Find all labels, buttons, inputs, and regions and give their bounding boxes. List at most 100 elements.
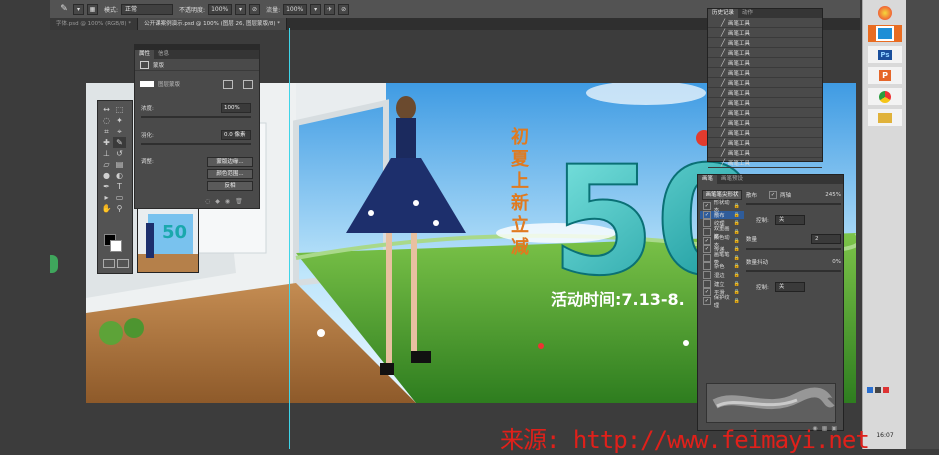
healing-icon[interactable]: ✚ [100, 137, 113, 148]
brush-option-item[interactable]: 湿边 🔒 [700, 271, 744, 280]
history-item[interactable]: ╱ 画笔工具 [708, 118, 822, 128]
brush-option-item[interactable]: ✓ 保护纹理 🔒 [700, 295, 744, 309]
lock-icon[interactable]: 🔒 [734, 246, 740, 252]
dodge-icon[interactable]: ◐ [113, 170, 126, 181]
history-item[interactable]: ╱ 画笔工具 [708, 158, 822, 168]
gradient-icon[interactable]: ▤ [113, 159, 126, 170]
history-item[interactable]: ╱ 画笔工具 [708, 18, 822, 28]
history-brush-icon[interactable]: ↺ [113, 148, 126, 159]
shape-icon[interactable]: ▭ [113, 192, 126, 203]
pressure-size-icon[interactable]: ⊘ [338, 3, 350, 15]
history-source-box[interactable] [708, 89, 718, 97]
scatter-slider[interactable] [746, 203, 841, 205]
apply-mask-icon[interactable]: ◆ [215, 198, 220, 205]
history-item[interactable]: ╱ 画笔工具 [708, 38, 822, 48]
tab-properties[interactable]: 属性 [135, 50, 155, 59]
brush-option-checkbox[interactable] [703, 219, 711, 228]
history-source-box[interactable] [708, 29, 718, 37]
history-source-box[interactable] [708, 129, 718, 137]
lock-icon[interactable]: 🔒 [734, 212, 740, 218]
brush-option-checkbox[interactable]: ✓ [703, 245, 711, 254]
vector-mask-icon[interactable] [243, 79, 253, 89]
history-source-box[interactable] [708, 139, 718, 147]
taskbar-folder[interactable] [868, 109, 902, 126]
color-range-button[interactable]: 颜色范围... [207, 169, 253, 179]
screen-mode-icon[interactable] [117, 259, 129, 268]
control2-select[interactable]: 关 [774, 282, 805, 292]
history-item[interactable]: ╱ 画笔工具 [708, 148, 822, 158]
eyedropper-icon[interactable]: ⌖ [113, 126, 126, 137]
blur-icon[interactable]: ● [100, 170, 113, 181]
lock-icon[interactable]: 🔒 [734, 255, 740, 261]
flow-input[interactable]: 100% [283, 3, 308, 15]
disable-mask-icon[interactable]: ◉ [225, 198, 230, 205]
lock-icon[interactable]: 🔒 [734, 238, 740, 244]
pen-icon[interactable]: ✒ [100, 181, 113, 192]
history-source-box[interactable] [708, 119, 718, 127]
history-item[interactable]: ╱ 画笔工具 [708, 48, 822, 58]
stamp-icon[interactable]: ⊥ [100, 148, 113, 159]
brush-option-checkbox[interactable]: ✓ [703, 236, 711, 245]
crop-tool-icon[interactable]: ⌗ [100, 126, 113, 137]
taskbar-app-1[interactable] [868, 25, 902, 42]
history-source-box[interactable] [708, 39, 718, 47]
history-source-box[interactable] [708, 149, 718, 157]
history-item[interactable]: ╱ 画笔工具 [708, 138, 822, 148]
invert-button[interactable]: 反相 [207, 181, 253, 191]
guide-line[interactable] [289, 28, 290, 449]
history-item[interactable]: ╱ 画笔工具 [708, 68, 822, 78]
both-axes-checkbox[interactable]: ✓ [769, 190, 778, 199]
opacity-dropdown-icon[interactable]: ▾ [235, 3, 247, 15]
brush-option-checkbox[interactable] [703, 253, 711, 262]
brush-option-checkbox[interactable] [703, 228, 711, 237]
pressure-opacity-icon[interactable]: ⊘ [249, 3, 261, 15]
brush-option-checkbox[interactable]: ✓ [703, 288, 711, 297]
lasso-tool-icon[interactable]: ◌ [100, 115, 113, 126]
brush-option-checkbox[interactable] [703, 271, 711, 280]
brush-option-checkbox[interactable]: ✓ [703, 202, 711, 211]
marquee-tool-icon[interactable]: ⬚ [113, 104, 126, 115]
brush-option-checkbox[interactable] [703, 279, 711, 288]
tab-demo-doc[interactable]: 公开课案例演示.psd @ 100% (图层 26, 图层蒙版/8) * [138, 18, 288, 30]
history-source-box[interactable] [708, 109, 718, 117]
tab-font-doc[interactable]: 字体.psd @ 100% (RGB/8) * [50, 18, 139, 30]
history-source-box[interactable] [708, 19, 718, 27]
history-source-box[interactable] [708, 49, 718, 57]
brush-option-checkbox[interactable] [703, 262, 711, 271]
brush-option-item[interactable]: 画笔笔势 🔒 [700, 252, 744, 266]
eraser-icon[interactable]: ▱ [100, 159, 113, 170]
pixel-mask-icon[interactable] [223, 79, 233, 89]
path-select-icon[interactable]: ▸ [100, 192, 113, 203]
history-source-box[interactable] [708, 59, 718, 67]
tray-icons[interactable] [867, 386, 903, 394]
lock-icon[interactable]: 🔒 [734, 220, 740, 226]
history-item[interactable]: ╱ 画笔工具 [708, 78, 822, 88]
density-slider[interactable] [141, 116, 251, 118]
quick-mask-icon[interactable] [103, 259, 115, 268]
hand-icon[interactable]: ✋ [100, 203, 113, 214]
tab-actions[interactable]: 动作 [738, 9, 757, 18]
lock-icon[interactable]: 🔒 [734, 272, 740, 278]
brush-option-checkbox[interactable]: ✓ [703, 296, 711, 305]
ball-icon[interactable] [868, 4, 902, 21]
magic-wand-icon[interactable]: ✦ [113, 115, 126, 126]
delete-mask-icon[interactable]: 🗑 [235, 198, 243, 205]
type-icon[interactable]: T [113, 181, 126, 192]
brush-option-item[interactable]: 建立 🔒 [700, 279, 744, 288]
history-source-box[interactable] [708, 69, 718, 77]
density-input[interactable]: 100% [221, 103, 251, 113]
lock-icon[interactable]: 🔒 [734, 229, 740, 235]
mode-select[interactable]: 正常 [121, 3, 174, 15]
brush-size-picker[interactable]: ▾ [73, 3, 84, 15]
history-source-box[interactable] [708, 159, 718, 167]
brush-icon[interactable]: ✎ [113, 137, 126, 148]
flow-dropdown-icon[interactable]: ▾ [310, 3, 322, 15]
taskbar-browser[interactable] [868, 88, 902, 105]
tab-brush-presets[interactable]: 画笔预设 [717, 175, 747, 184]
count-jitter-slider[interactable] [746, 270, 841, 272]
history-item[interactable]: ╱ 画笔工具 [708, 128, 822, 138]
lock-icon[interactable]: 🔒 [734, 298, 740, 304]
count-jitter-value[interactable]: 0% [832, 259, 841, 265]
count-slider[interactable] [746, 248, 841, 250]
count-input[interactable]: 2 [811, 234, 841, 244]
